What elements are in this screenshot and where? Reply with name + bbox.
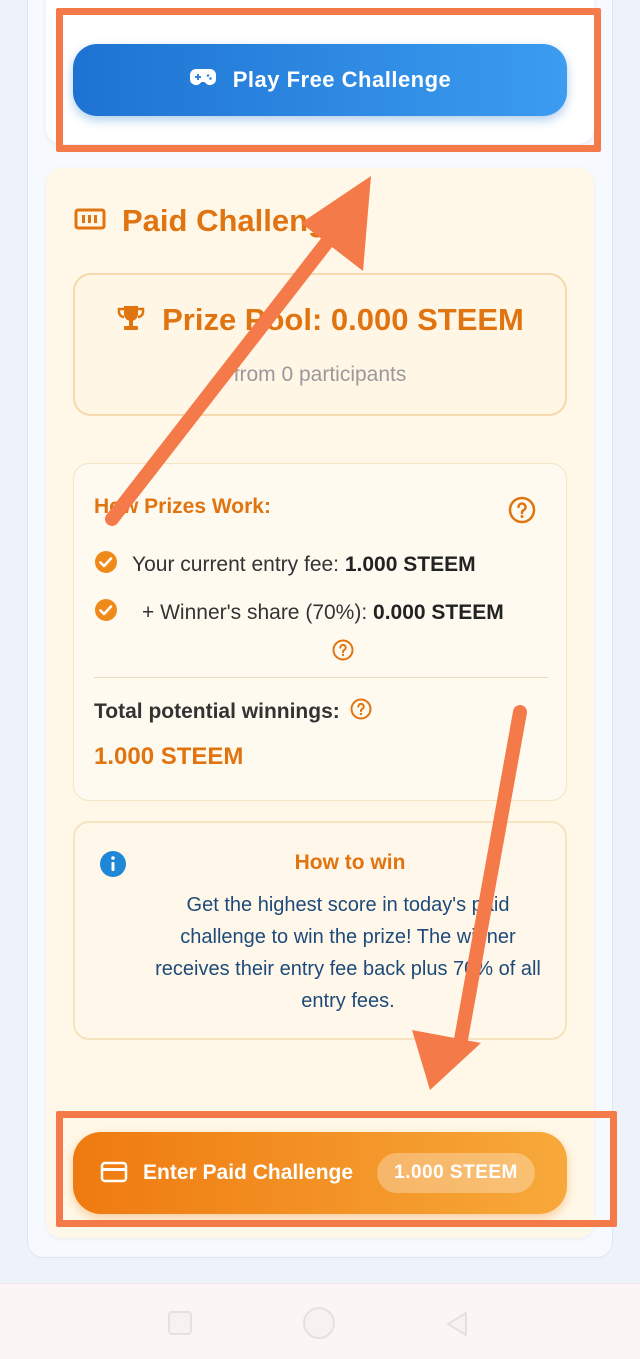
- paid-challenge-header: Paid Challenge: [74, 198, 344, 244]
- total-winnings-row: Total potential winnings:: [94, 698, 372, 726]
- help-icon[interactable]: [508, 496, 536, 529]
- winner-share-row: + Winner's share (70%): 0.000 STEEM: [94, 598, 504, 628]
- ticket-icon: [74, 208, 106, 235]
- check-circle-icon: [94, 550, 118, 580]
- recent-apps-icon[interactable]: [168, 1311, 192, 1335]
- how-to-win-title: How to win: [294, 851, 406, 874]
- winner-share-value: 0.000 STEEM: [373, 601, 504, 624]
- back-icon[interactable]: [444, 1310, 470, 1343]
- highlight-frame-paid: [56, 1111, 617, 1227]
- trophy-icon: [116, 303, 146, 338]
- prize-pool-amount: Prize Pool: 0.000 STEEM: [162, 302, 524, 337]
- help-icon[interactable]: [350, 698, 372, 726]
- highlight-frame-free: [56, 8, 601, 152]
- system-navigation-bar: [0, 1283, 640, 1359]
- winner-share-label: + Winner's share (70%):: [142, 601, 368, 624]
- divider: [94, 677, 548, 678]
- how-to-win-text: Get the highest score in today's paid ch…: [155, 894, 541, 1012]
- help-icon[interactable]: [332, 639, 354, 666]
- entry-fee-label: Your current entry fee:: [132, 553, 340, 576]
- how-to-win-box: How to win Get the highest score in toda…: [73, 821, 567, 1040]
- check-circle-icon: [94, 598, 118, 628]
- home-icon[interactable]: [303, 1307, 335, 1339]
- total-winnings-value: 1.000 STEEM: [94, 743, 244, 770]
- total-winnings-label: Total potential winnings:: [94, 700, 340, 723]
- entry-fee-row: Your current entry fee: 1.000 STEEM: [94, 550, 476, 580]
- prize-pool-box: Prize Pool: 0.000 STEEM from 0 participa…: [73, 273, 567, 416]
- entry-fee-value: 1.000 STEEM: [344, 553, 476, 576]
- paid-challenge-title: Paid Challenge: [122, 203, 345, 238]
- how-prizes-work-title: How Prizes Work:: [94, 495, 271, 518]
- how-prizes-work-box: How Prizes Work: Your current entry fee:…: [73, 463, 567, 801]
- participants-count: from 0 participants: [233, 363, 407, 386]
